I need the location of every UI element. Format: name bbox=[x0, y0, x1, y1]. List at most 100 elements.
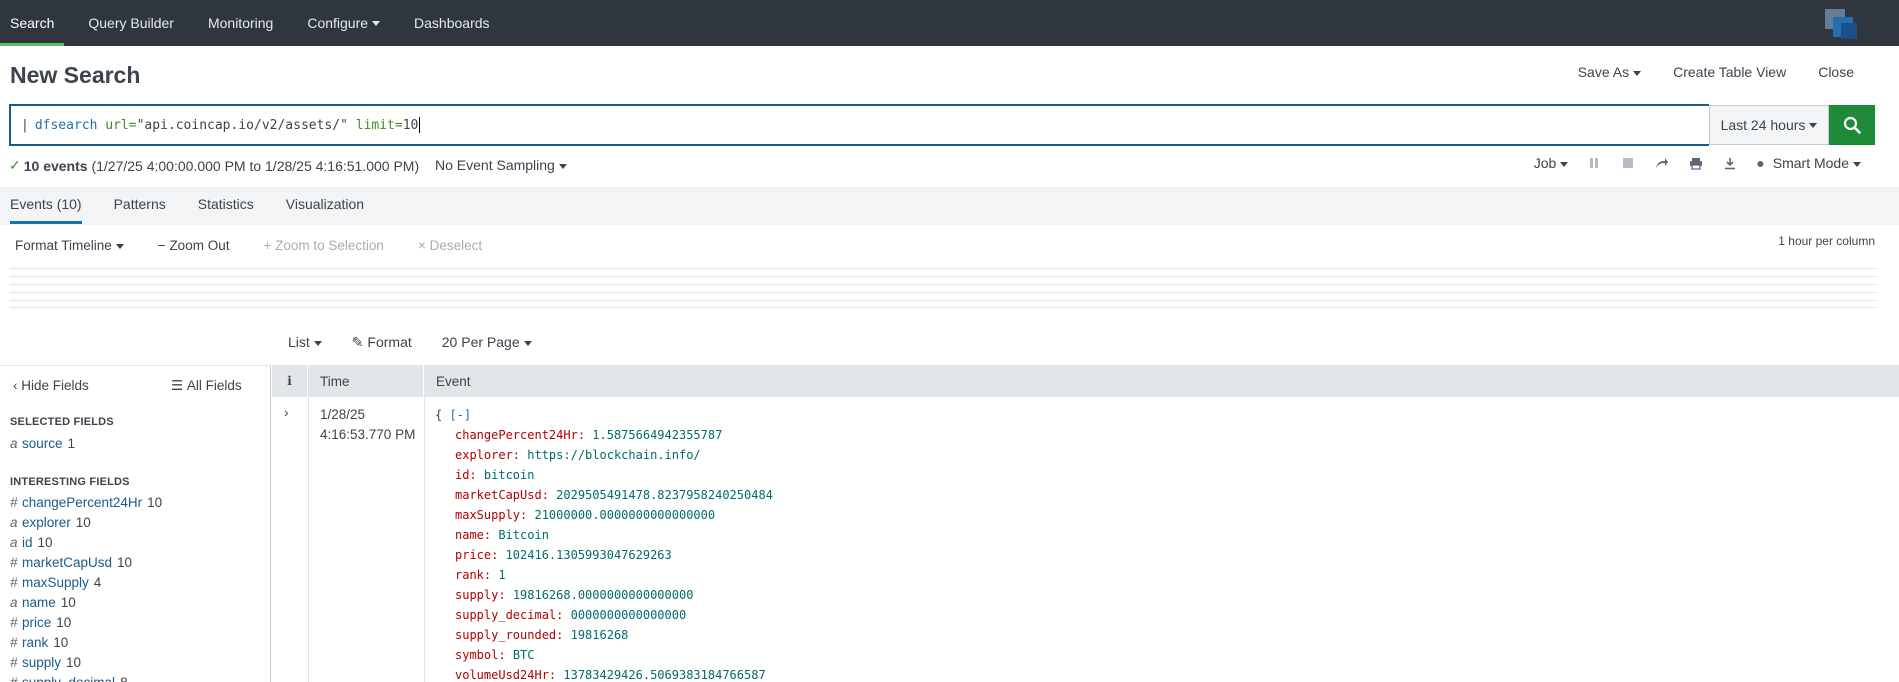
field-name[interactable]: changePercent24Hr bbox=[22, 495, 142, 510]
stop-icon[interactable] bbox=[1620, 155, 1636, 171]
download-icon[interactable] bbox=[1722, 155, 1738, 171]
field-item[interactable]: a id 10 bbox=[10, 535, 53, 550]
pause-icon[interactable] bbox=[1586, 155, 1602, 171]
field-name[interactable]: explorer bbox=[22, 515, 71, 530]
json-key[interactable]: supply_rounded bbox=[455, 628, 556, 642]
event-sampling-dropdown[interactable]: No Event Sampling bbox=[435, 157, 567, 173]
field-item[interactable]: # changePercent24Hr 10 bbox=[10, 495, 162, 510]
print-icon[interactable] bbox=[1688, 155, 1704, 171]
json-key[interactable]: explorer bbox=[455, 448, 513, 462]
field-item[interactable]: # supply 10 bbox=[10, 655, 81, 670]
selected-fields-heading: SELECTED FIELDS bbox=[10, 416, 114, 428]
json-field: price: 102416.1305993047629263 bbox=[455, 548, 672, 562]
field-item[interactable]: #supply_decimal 8 bbox=[10, 675, 128, 682]
json-value[interactable]: 1.5875664942355787 bbox=[592, 428, 722, 442]
tab-visualization[interactable]: Visualization bbox=[286, 196, 364, 224]
search-pipe: | bbox=[21, 117, 29, 133]
nav-dashboards[interactable]: Dashboards bbox=[404, 0, 500, 46]
deselect-button[interactable]: × Deselect bbox=[418, 238, 482, 253]
json-value[interactable]: bitcoin bbox=[484, 468, 535, 482]
json-key[interactable]: changePercent24Hr bbox=[455, 428, 578, 442]
save-as-label: Save As bbox=[1577, 64, 1630, 80]
json-key[interactable]: price bbox=[455, 548, 491, 562]
format-label: Format bbox=[367, 334, 412, 350]
plus-icon: + bbox=[263, 238, 272, 253]
job-toolbar: Job ● Smart Mode bbox=[1534, 155, 1861, 171]
field-name[interactable]: supply_decimal bbox=[22, 675, 115, 682]
field-item[interactable]: a name 10 bbox=[10, 595, 76, 610]
json-value[interactable]: Bitcoin bbox=[498, 528, 549, 542]
json-value[interactable]: 21000000.0000000000000000 bbox=[534, 508, 715, 522]
field-count: 10 bbox=[147, 495, 163, 510]
nav-configure[interactable]: Configure bbox=[297, 0, 390, 46]
field-name[interactable]: rank bbox=[22, 635, 48, 650]
format-timeline-button[interactable]: Format Timeline bbox=[15, 238, 124, 253]
json-value[interactable]: 13783429426.5069383184766587 bbox=[563, 668, 765, 682]
json-key[interactable]: maxSupply bbox=[455, 508, 520, 522]
time-range-picker[interactable]: Last 24 hours bbox=[1709, 105, 1829, 145]
json-key[interactable]: rank bbox=[455, 568, 484, 582]
nav-query-builder[interactable]: Query Builder bbox=[78, 0, 184, 46]
hide-fields-button[interactable]: ‹ Hide Fields bbox=[13, 378, 89, 393]
json-key[interactable]: supply bbox=[455, 588, 498, 602]
json-value[interactable]: 19816268.0000000000000000 bbox=[513, 588, 694, 602]
json-key[interactable]: volumeUsd24Hr bbox=[455, 668, 549, 682]
tab-events[interactable]: Events (10) bbox=[10, 196, 82, 224]
job-menu[interactable]: Job bbox=[1534, 155, 1569, 171]
json-key[interactable]: id bbox=[455, 468, 469, 482]
tab-statistics[interactable]: Statistics bbox=[198, 196, 254, 224]
json-key[interactable]: symbol bbox=[455, 648, 498, 662]
search-input[interactable]: | dfsearch url= "api.coincap.io/v2/assets… bbox=[9, 104, 1709, 146]
field-item[interactable]: # price 10 bbox=[10, 615, 71, 630]
close-button[interactable]: Close bbox=[1818, 64, 1854, 80]
timeline-chart[interactable] bbox=[10, 268, 1877, 308]
field-count: 10 bbox=[60, 595, 76, 610]
field-name[interactable]: supply bbox=[22, 655, 61, 670]
page-title: New Search bbox=[10, 62, 141, 88]
field-item[interactable]: a explorer 10 bbox=[10, 515, 91, 530]
json-field: rank: 1 bbox=[455, 568, 506, 582]
share-icon[interactable] bbox=[1654, 155, 1670, 171]
json-value[interactable]: 2029505491478.8237958240250484 bbox=[556, 488, 773, 502]
search-button[interactable] bbox=[1829, 105, 1875, 145]
json-value[interactable]: 19816268 bbox=[571, 628, 629, 642]
zoom-out-button[interactable]: − Zoom Out bbox=[158, 238, 230, 253]
nav-search[interactable]: Search bbox=[0, 0, 65, 46]
time-column-header[interactable]: Time bbox=[308, 365, 424, 397]
list-view-dropdown[interactable]: List bbox=[288, 334, 322, 351]
all-fields-button[interactable]: ☰ All Fields bbox=[171, 378, 242, 394]
field-name[interactable]: price bbox=[22, 615, 51, 630]
create-table-view-button[interactable]: Create Table View bbox=[1673, 64, 1786, 80]
field-item[interactable]: # maxSupply 4 bbox=[10, 575, 101, 590]
field-name[interactable]: source bbox=[22, 436, 63, 451]
field-name[interactable]: name bbox=[22, 595, 56, 610]
json-value[interactable]: BTC bbox=[513, 648, 535, 662]
list-label: List bbox=[288, 334, 310, 350]
field-name[interactable]: marketCapUsd bbox=[22, 555, 112, 570]
event-timestamp: 4:16:53.770 PM bbox=[320, 427, 416, 442]
json-open-brace: { bbox=[435, 408, 443, 422]
nav-monitoring[interactable]: Monitoring bbox=[198, 0, 283, 46]
chevron-down-icon bbox=[1560, 161, 1569, 167]
save-as-button[interactable]: Save As bbox=[1577, 64, 1642, 80]
event-time: 1/28/25 4:16:53.770 PM bbox=[320, 405, 415, 445]
per-page-dropdown[interactable]: 20 Per Page bbox=[442, 334, 532, 351]
search-mode-dropdown[interactable]: ● Smart Mode bbox=[1756, 155, 1861, 171]
field-name[interactable]: id bbox=[22, 535, 33, 550]
json-value[interactable]: https://blockchain.info/ bbox=[527, 448, 700, 462]
json-key[interactable]: name bbox=[455, 528, 484, 542]
tab-patterns[interactable]: Patterns bbox=[114, 196, 166, 224]
format-button[interactable]: ✎ Format bbox=[352, 334, 412, 351]
json-value[interactable]: 1 bbox=[498, 568, 505, 582]
field-item[interactable]: # marketCapUsd 10 bbox=[10, 555, 132, 570]
expand-row-icon[interactable]: › bbox=[284, 405, 289, 420]
json-value[interactable]: 0000000000000000 bbox=[571, 608, 687, 622]
field-item[interactable]: a source 1 bbox=[10, 436, 75, 451]
json-key[interactable]: supply_decimal bbox=[455, 608, 556, 622]
field-name[interactable]: maxSupply bbox=[22, 575, 89, 590]
zoom-to-selection-button[interactable]: + Zoom to Selection bbox=[263, 238, 383, 253]
collapse-json-button[interactable]: [-] bbox=[449, 408, 471, 422]
field-item[interactable]: # rank 10 bbox=[10, 635, 68, 650]
json-key[interactable]: marketCapUsd bbox=[455, 488, 542, 502]
json-value[interactable]: 102416.1305993047629263 bbox=[506, 548, 672, 562]
